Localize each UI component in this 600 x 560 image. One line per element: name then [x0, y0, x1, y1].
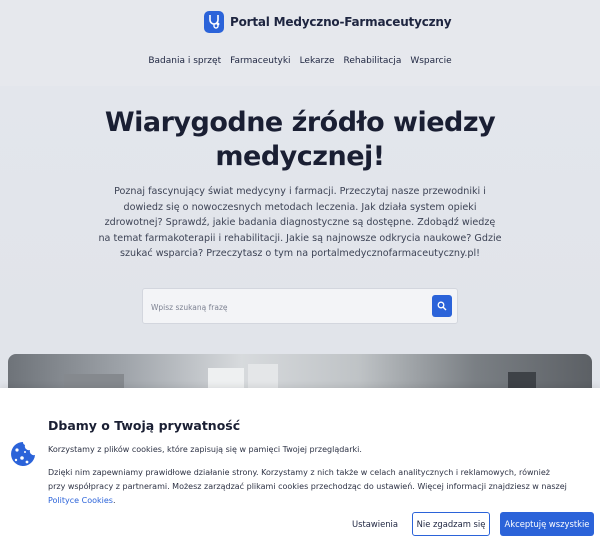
main-nav: Badania i sprzęt Farmaceutyki Lekarze Re… — [0, 56, 600, 66]
cookie-text-details: Dzięki nim zapewniamy prawidłowe działan… — [48, 466, 568, 508]
search-bar — [142, 288, 458, 324]
cookie-policy-link[interactable]: Polityce Cookies — [48, 496, 113, 505]
search-input[interactable] — [151, 299, 421, 315]
nav-item-rehabilitacja[interactable]: Rehabilitacja — [344, 56, 402, 66]
nav-item-wsparcie[interactable]: Wsparcie — [410, 56, 451, 66]
brand[interactable]: Portal Medyczno-Farmaceutyczny — [204, 10, 452, 34]
search-button[interactable] — [432, 295, 452, 317]
cookie-text-end: . — [112, 496, 116, 505]
cookie-icon — [10, 438, 36, 470]
cookie-text-body: Dzięki nim zapewniamy prawidłowe działan… — [48, 468, 567, 491]
cookie-reject-button[interactable]: Nie zgadzam się — [412, 512, 490, 536]
nav-item-lekarze[interactable]: Lekarze — [300, 56, 335, 66]
cookie-settings-button[interactable]: Ustawienia — [344, 512, 406, 536]
brand-name: Portal Medyczno-Farmaceutyczny — [230, 15, 452, 29]
stethoscope-icon — [204, 11, 224, 33]
cookie-text-intro: Korzystamy z plików cookies, które zapis… — [48, 445, 362, 454]
nav-item-badania[interactable]: Badania i sprzęt — [148, 56, 221, 66]
hero-title: Wiarygodne źródło wiedzy medycznej! — [104, 107, 496, 172]
cookie-title: Dbamy o Twoją prywatność — [48, 418, 241, 433]
site-header: Portal Medyczno-Farmaceutyczny Badania i… — [0, 0, 600, 86]
nav-item-farmaceutyki[interactable]: Farmaceutyki — [230, 56, 290, 66]
search-icon — [437, 299, 447, 314]
cookie-accept-button[interactable]: Akceptuję wszystkie — [500, 512, 594, 536]
hero-description: Poznaj fascynujący świat medycyny i farm… — [98, 186, 502, 259]
